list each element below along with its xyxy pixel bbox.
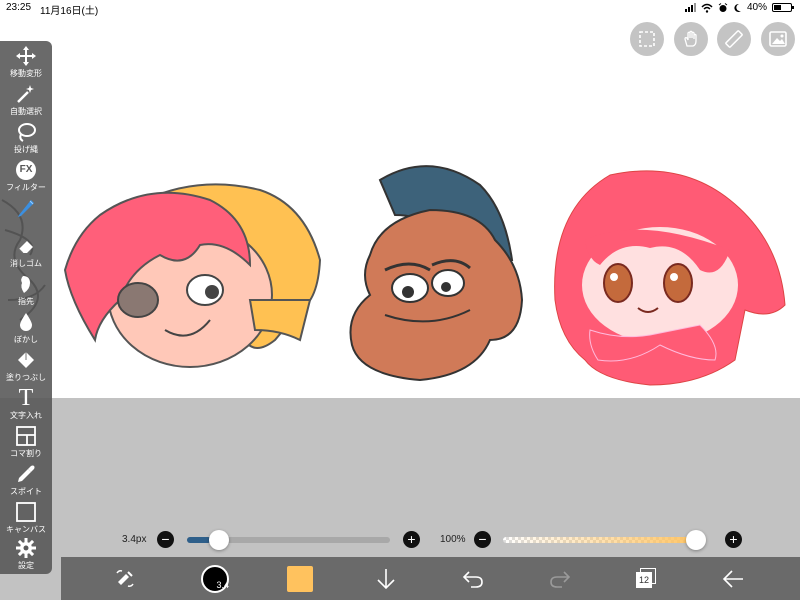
- layers-button[interactable]: 12: [626, 557, 666, 600]
- tool-frame-divider[interactable]: コマ割り: [0, 425, 52, 461]
- arrow-left-icon: [722, 569, 743, 588]
- brush-size-slider-handle[interactable]: [209, 530, 229, 550]
- tool-label: 文字入れ: [10, 411, 42, 420]
- pen-icon: [18, 200, 34, 217]
- hand-icon: [684, 30, 697, 47]
- layers-icon: 12: [636, 567, 656, 590]
- status-date: 11月16日(土): [40, 6, 99, 17]
- bucket-icon: [18, 352, 34, 368]
- canvas-icon: [16, 502, 36, 522]
- magic-wand-icon: [17, 85, 34, 103]
- fx-icon: FX: [16, 160, 36, 180]
- tool-label: 指先: [18, 297, 34, 306]
- redo-button[interactable]: [540, 557, 580, 600]
- pen-eraser-toggle-button[interactable]: [105, 557, 145, 600]
- drawing-canvas[interactable]: [0, 16, 800, 398]
- undo-icon: [462, 570, 483, 588]
- selection-icon: [639, 31, 655, 47]
- tool-label: 自動選択: [10, 107, 42, 116]
- tool-eraser[interactable]: 消しゴム: [0, 235, 52, 271]
- back-button[interactable]: [713, 557, 753, 600]
- layer-count: 12: [636, 571, 652, 588]
- brush-preview-button[interactable]: 3.4: [195, 557, 235, 600]
- undo-button[interactable]: [453, 557, 493, 600]
- wifi-icon: [701, 3, 713, 13]
- brush-size-decrease-button[interactable]: −: [157, 531, 174, 548]
- tool-filter[interactable]: FX フィルター: [0, 159, 52, 195]
- opacity-label: 100%: [440, 534, 466, 545]
- artwork: [1, 165, 786, 386]
- current-color-swatch: [287, 565, 313, 592]
- smudge-icon: [21, 276, 30, 293]
- status-bar: 23:25 11月16日(土) 40%: [0, 0, 800, 17]
- opacity-decrease-button[interactable]: −: [474, 531, 491, 548]
- tool-label: 投げ縄: [14, 145, 38, 154]
- opacity-track[interactable]: [503, 537, 706, 543]
- tool-label: スポイト: [10, 487, 42, 496]
- ruler-button[interactable]: [717, 22, 751, 56]
- swap-pen-eraser-icon: [116, 569, 134, 587]
- brush-preview: 3.4: [201, 564, 229, 593]
- tool-eyedropper[interactable]: スポイト: [0, 463, 52, 499]
- tool-canvas[interactable]: キャンバス: [0, 501, 52, 537]
- image-icon: [769, 31, 787, 47]
- tool-smudge[interactable]: 指先: [0, 273, 52, 309]
- eraser-icon: [18, 241, 33, 254]
- tool-fill[interactable]: 塗りつぶし: [0, 349, 52, 385]
- tool-pen[interactable]: ペン: [0, 197, 52, 233]
- selection-button[interactable]: [630, 22, 664, 56]
- tool-text[interactable]: T 文字入れ: [0, 385, 52, 423]
- opacity-increase-button[interactable]: +: [725, 531, 742, 548]
- redo-icon: [550, 570, 571, 588]
- brush-size-increase-button[interactable]: +: [403, 531, 420, 548]
- tool-label: フィルター: [6, 183, 46, 192]
- brush-size-fill: [187, 537, 211, 543]
- hand-tool-button[interactable]: [674, 22, 708, 56]
- character-mohawk: [349, 165, 524, 382]
- bottom-bar: 3.4 12: [61, 557, 800, 600]
- eyedropper-icon: [18, 465, 35, 482]
- tool-label: 移動変形: [10, 69, 42, 78]
- tool-move-transform[interactable]: 移動変形: [0, 45, 52, 81]
- tool-magic-wand[interactable]: 自動選択: [0, 83, 52, 119]
- ruler-icon: [725, 30, 743, 48]
- tool-label: 塗りつぶし: [5, 373, 47, 382]
- drop-icon: [20, 313, 32, 331]
- left-toolbar: 移動変形 自動選択 投げ縄 FX フィルター ペン 消しゴム 指先 ぼかし 塗り…: [0, 41, 52, 574]
- brush-preview-size: 3.4: [216, 579, 229, 590]
- character-bandana: [63, 183, 322, 368]
- character-red-hood: [554, 170, 786, 386]
- opacity-slider-handle[interactable]: [686, 530, 706, 550]
- brush-size-label: 3.4px: [122, 534, 147, 545]
- status-right: 40%: [684, 2, 794, 13]
- text-icon: T: [18, 385, 34, 411]
- color-button[interactable]: [280, 557, 320, 600]
- tool-label: 設定: [18, 561, 34, 570]
- lasso-icon: [18, 123, 36, 142]
- battery-icon: [772, 3, 794, 12]
- alarm-icon: [718, 2, 728, 12]
- tool-label: ぼかし: [14, 335, 38, 344]
- tool-settings[interactable]: 設定: [0, 537, 52, 573]
- gear-icon: [16, 538, 36, 558]
- tool-label: コマ割り: [10, 449, 42, 458]
- material-button[interactable]: [761, 22, 795, 56]
- move-icon: [16, 46, 36, 66]
- battery-percent: 40%: [746, 2, 767, 13]
- arrow-down-icon: [377, 568, 395, 589]
- download-button[interactable]: [366, 557, 406, 600]
- signal-icon: [684, 3, 696, 12]
- tool-blur[interactable]: ぼかし: [0, 311, 52, 347]
- tool-lasso[interactable]: 投げ縄: [0, 121, 52, 157]
- tool-label: キャンバス: [6, 525, 46, 534]
- tool-label: 消しゴム: [10, 259, 42, 268]
- status-time: 23:25: [6, 2, 32, 13]
- moon-icon: [734, 3, 741, 12]
- frame-icon: [16, 426, 36, 446]
